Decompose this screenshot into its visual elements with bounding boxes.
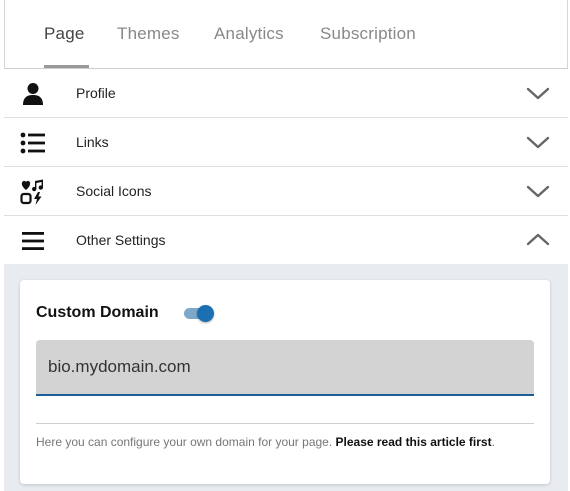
tab-analytics[interactable]: Analytics bbox=[214, 24, 284, 44]
custom-domain-field bbox=[36, 340, 534, 396]
card-divider bbox=[36, 423, 534, 424]
chevron-down-icon[interactable] bbox=[526, 133, 550, 151]
custom-domain-input[interactable] bbox=[36, 340, 534, 394]
other-settings-panel: Custom Domain Here you can configure you… bbox=[4, 264, 568, 491]
chevron-down-icon[interactable] bbox=[526, 182, 550, 200]
accordion-row-other-settings[interactable]: Other Settings bbox=[4, 216, 568, 264]
custom-domain-card: Custom Domain Here you can configure you… bbox=[20, 280, 550, 484]
accordion-row-social-icons[interactable]: Social Icons bbox=[4, 167, 568, 216]
tab-bar: Page Themes Analytics Subscription bbox=[4, 0, 568, 68]
accordion-label-social-icons: Social Icons bbox=[76, 183, 152, 199]
accordion-label-links: Links bbox=[76, 134, 109, 150]
tab-page[interactable]: Page bbox=[44, 24, 85, 44]
menu-icon bbox=[20, 228, 46, 254]
tab-subscription[interactable]: Subscription bbox=[320, 24, 416, 44]
help-text-end: . bbox=[491, 435, 495, 449]
chevron-up-icon[interactable] bbox=[526, 231, 550, 249]
list-icon bbox=[20, 130, 46, 156]
custom-domain-toggle[interactable] bbox=[184, 305, 214, 322]
chevron-down-icon[interactable] bbox=[526, 84, 550, 102]
person-icon bbox=[20, 81, 46, 107]
accordion-label-other-settings: Other Settings bbox=[76, 232, 166, 248]
tab-themes[interactable]: Themes bbox=[117, 24, 180, 44]
accordion-row-profile[interactable]: Profile bbox=[4, 69, 568, 118]
social-icons-icon bbox=[20, 179, 46, 205]
help-article-link[interactable]: Please read this article first bbox=[336, 435, 492, 449]
toggle-knob bbox=[197, 305, 214, 322]
custom-domain-help: Here you can configure your own domain f… bbox=[36, 433, 534, 451]
accordion-row-links[interactable]: Links bbox=[4, 118, 568, 167]
accordion-label-profile: Profile bbox=[76, 85, 116, 101]
custom-domain-title: Custom Domain bbox=[36, 304, 159, 321]
help-text: Here you can configure your own domain f… bbox=[36, 435, 336, 449]
